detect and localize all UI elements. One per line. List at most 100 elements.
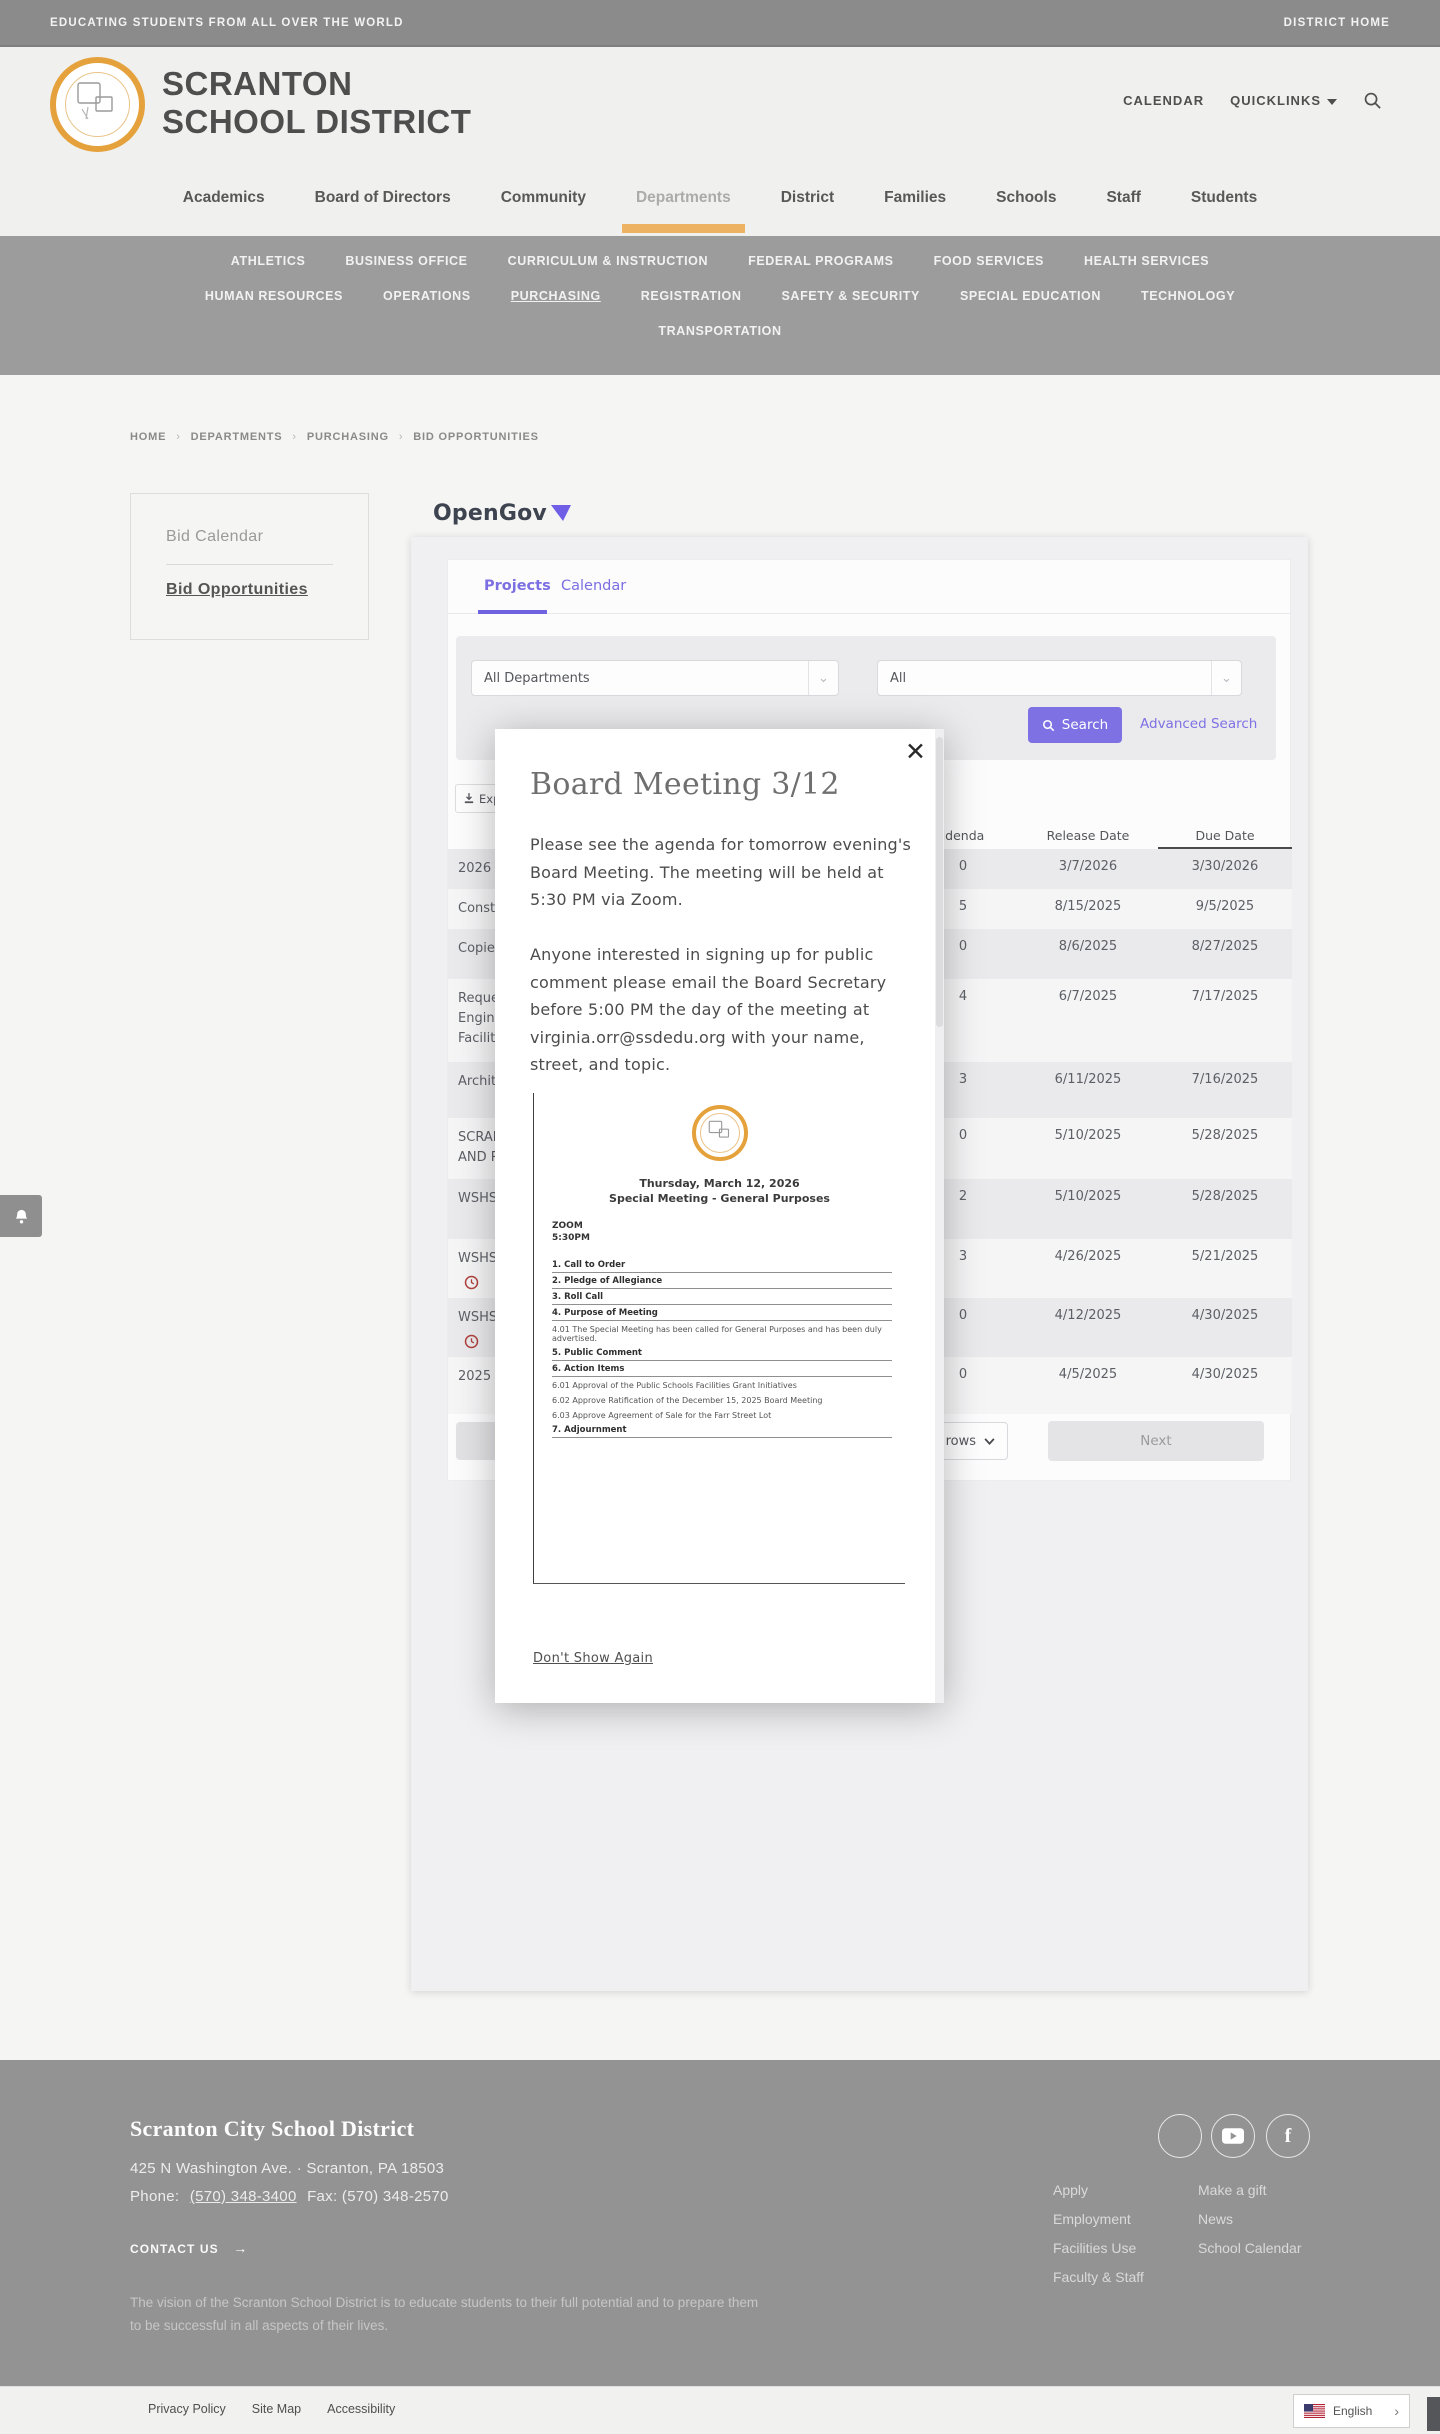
nav-schools[interactable]: Schools bbox=[994, 163, 1058, 233]
subnav-human-resources[interactable]: HUMAN RESOURCES bbox=[205, 289, 343, 303]
subnav-safety-security[interactable]: SAFETY & SECURITY bbox=[782, 289, 920, 303]
footer-link-employment[interactable]: Employment bbox=[1053, 2211, 1131, 2227]
facebook-link[interactable]: f bbox=[1266, 2114, 1310, 2158]
breadcrumb: HOME › DEPARTMENTS › PURCHASING › BID OPPORTUN… bbox=[130, 431, 539, 443]
subnav-food-services[interactable]: FOOD SERVICES bbox=[934, 254, 1044, 268]
agenda-item: 6. Action Items bbox=[552, 1361, 892, 1377]
agenda-item: 1. Call to Order bbox=[552, 1257, 892, 1273]
subnav-operations[interactable]: OPERATIONS bbox=[383, 289, 471, 303]
release-date: 3/7/2026 bbox=[1058, 859, 1118, 874]
release-date: 4/12/2025 bbox=[1054, 1308, 1122, 1323]
breadcrumb-home[interactable]: HOME bbox=[130, 431, 166, 443]
agenda-location: ZOOM bbox=[552, 1221, 583, 1231]
due-date: 7/16/2025 bbox=[1191, 1072, 1259, 1087]
dont-show-again-link[interactable]: Don't Show Again bbox=[533, 1651, 653, 1666]
sidebar-item-bid-calendar[interactable]: Bid Calendar bbox=[166, 528, 368, 546]
column-release-date[interactable]: Release Date bbox=[1018, 823, 1158, 849]
close-icon[interactable]: ✕ bbox=[905, 739, 926, 764]
language-selector[interactable]: English › bbox=[1293, 2394, 1410, 2428]
district-home-link[interactable]: DISTRICT HOME bbox=[1284, 17, 1390, 29]
footer-link-apply[interactable]: Apply bbox=[1053, 2182, 1088, 2198]
subnav-health-services[interactable]: HEALTH SERVICES bbox=[1084, 254, 1209, 268]
release-date: 4/5/2025 bbox=[1058, 1367, 1118, 1382]
subnav-athletics[interactable]: ATHLETICS bbox=[231, 254, 306, 268]
footer-link-faculty-staff[interactable]: Faculty & Staff bbox=[1053, 2269, 1144, 2285]
phone-label: Phone: bbox=[130, 2188, 180, 2205]
type-filter-value: All bbox=[890, 670, 907, 686]
contact-us-link[interactable]: CONTACT US → bbox=[130, 2240, 248, 2256]
chevron-down-icon: ⌄ bbox=[1211, 661, 1241, 695]
youtube-link[interactable] bbox=[1211, 2114, 1255, 2158]
nav-departments[interactable]: Departments bbox=[621, 163, 745, 233]
accessibility-link[interactable]: Accessibility bbox=[327, 2402, 395, 2416]
modal-scrollbar-thumb[interactable] bbox=[936, 737, 943, 1027]
footer-district-name: Scranton City School District bbox=[130, 2116, 415, 2141]
district-seal-logo[interactable] bbox=[50, 57, 145, 152]
page-scrollbar-thumb[interactable] bbox=[1427, 2397, 1440, 2431]
chevron-down-icon bbox=[984, 1437, 995, 1445]
nav-board-of-directors[interactable]: Board of Directors bbox=[313, 163, 453, 233]
sidebar-divider bbox=[166, 564, 333, 565]
subnav-technology[interactable]: TECHNOLOGY bbox=[1141, 289, 1235, 303]
nav-staff[interactable]: Staff bbox=[1104, 163, 1142, 233]
portal-tabs: Projects Calendar bbox=[448, 560, 1290, 614]
privacy-policy-link[interactable]: Privacy Policy bbox=[148, 2402, 226, 2416]
subnav-special-education[interactable]: SPECIAL EDUCATION bbox=[960, 289, 1101, 303]
nav-academics[interactable]: Academics bbox=[181, 163, 267, 233]
subnav-federal-programs[interactable]: FEDERAL PROGRAMS bbox=[748, 254, 894, 268]
alerts-bell-tab[interactable] bbox=[0, 1195, 42, 1237]
phone-link[interactable]: (570) 348-3400 bbox=[190, 2188, 297, 2205]
release-date: 4/26/2025 bbox=[1054, 1249, 1122, 1264]
language-label: English bbox=[1333, 2404, 1373, 2418]
footer-phone-fax: Phone: (570) 348-3400 Fax: (570) 348-257… bbox=[130, 2188, 449, 2205]
nav-district[interactable]: District bbox=[779, 163, 836, 233]
site-map-link[interactable]: Site Map bbox=[252, 2402, 301, 2416]
active-tab-underline bbox=[478, 610, 547, 614]
agenda-item: 5. Public Comment bbox=[552, 1345, 892, 1361]
arrow-right-icon: → bbox=[233, 2240, 249, 2256]
footer-link-school-calendar[interactable]: School Calendar bbox=[1198, 2240, 1302, 2256]
tab-projects[interactable]: Projects bbox=[484, 578, 551, 594]
agenda-subitem: 6.02 Approve Ratification of the Decembe… bbox=[552, 1396, 823, 1405]
chevron-down-icon: ⌄ bbox=[808, 661, 838, 695]
release-date: 8/6/2025 bbox=[1058, 939, 1118, 954]
nav-community[interactable]: Community bbox=[499, 163, 588, 233]
breadcrumb-purchasing[interactable]: PURCHASING bbox=[307, 431, 389, 443]
opengov-wordmark: OpenGov bbox=[433, 501, 547, 526]
column-due-date-sorted[interactable]: Due Date bbox=[1158, 823, 1292, 849]
footer-link-news[interactable]: News bbox=[1198, 2211, 1233, 2227]
breadcrumb-departments[interactable]: DEPARTMENTS bbox=[191, 431, 283, 443]
page-content: HOME › DEPARTMENTS › PURCHASING › BID OPPORTUN… bbox=[0, 375, 1440, 2060]
nav-students[interactable]: Students bbox=[1189, 163, 1259, 233]
subnav-curriculum-instruction[interactable]: CURRICULUM & INSTRUCTION bbox=[508, 254, 709, 268]
modal-scrollbar[interactable] bbox=[935, 729, 944, 1703]
release-date: 8/15/2025 bbox=[1054, 899, 1122, 914]
calendar-link[interactable]: CALENDAR bbox=[1123, 93, 1204, 108]
agenda-document: Thursday, March 12, 2026 Special Meeting… bbox=[533, 1093, 905, 1584]
sidebar-item-bid-opportunities[interactable]: Bid Opportunities bbox=[166, 581, 368, 599]
search-icon[interactable] bbox=[1363, 91, 1382, 110]
next-page-button[interactable]: Next bbox=[1048, 1421, 1264, 1461]
subnav-transportation[interactable]: TRANSPORTATION bbox=[658, 324, 781, 338]
social-link-1[interactable] bbox=[1158, 2114, 1202, 2158]
opengov-flag-icon bbox=[550, 505, 571, 521]
agenda-item: 4. Purpose of Meeting bbox=[552, 1305, 892, 1321]
nav-families[interactable]: Families bbox=[882, 163, 948, 233]
agenda-item: 7. Adjournment bbox=[552, 1422, 892, 1438]
search-button[interactable]: Search bbox=[1028, 707, 1122, 743]
type-filter-dropdown[interactable]: All ⌄ bbox=[877, 660, 1242, 696]
site-title-line1: SCRANTON bbox=[162, 65, 353, 102]
footer-link-facilities-use[interactable]: Facilities Use bbox=[1053, 2240, 1136, 2256]
contact-us-label: CONTACT US bbox=[130, 2242, 219, 2256]
subnav-purchasing[interactable]: PURCHASING bbox=[511, 289, 601, 303]
subnav-business-office[interactable]: BUSINESS OFFICE bbox=[345, 254, 467, 268]
subnav-registration[interactable]: REGISTRATION bbox=[641, 289, 742, 303]
release-date: 6/11/2025 bbox=[1054, 1072, 1122, 1087]
advanced-search-link[interactable]: Advanced Search bbox=[1140, 716, 1257, 732]
quicklinks-menu[interactable]: QUICKLINKS bbox=[1230, 93, 1337, 108]
bell-icon bbox=[15, 1209, 27, 1223]
tab-calendar[interactable]: Calendar bbox=[561, 578, 626, 594]
footer-link-make-a-gift[interactable]: Make a gift bbox=[1198, 2182, 1266, 2198]
breadcrumb-separator: › bbox=[176, 431, 181, 443]
departments-filter-dropdown[interactable]: All Departments ⌄ bbox=[471, 660, 839, 696]
